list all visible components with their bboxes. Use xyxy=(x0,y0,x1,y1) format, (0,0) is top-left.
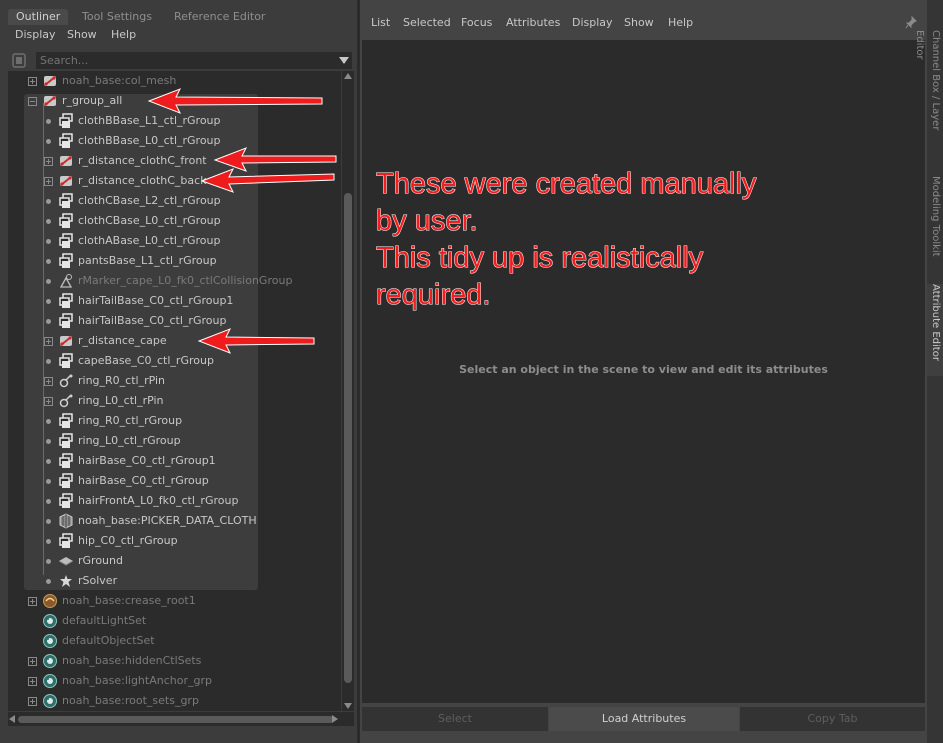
annotation-line: required. xyxy=(375,279,491,312)
annotation-line: by user. xyxy=(375,205,478,238)
annotation-line: These were created manually xyxy=(375,168,757,201)
arrow-to-r-distance-clothC-front xyxy=(213,147,337,172)
annotation-line: This tidy up is realistically xyxy=(375,242,704,275)
annotation-arrows xyxy=(147,88,337,354)
arrow-to-r-distance-clothC-back xyxy=(200,168,335,193)
annotation-note: These were created manually by user. Thi… xyxy=(375,166,757,314)
arrow-to-r-distance-cape xyxy=(197,328,315,354)
arrow-to-r-group-all xyxy=(147,88,323,114)
